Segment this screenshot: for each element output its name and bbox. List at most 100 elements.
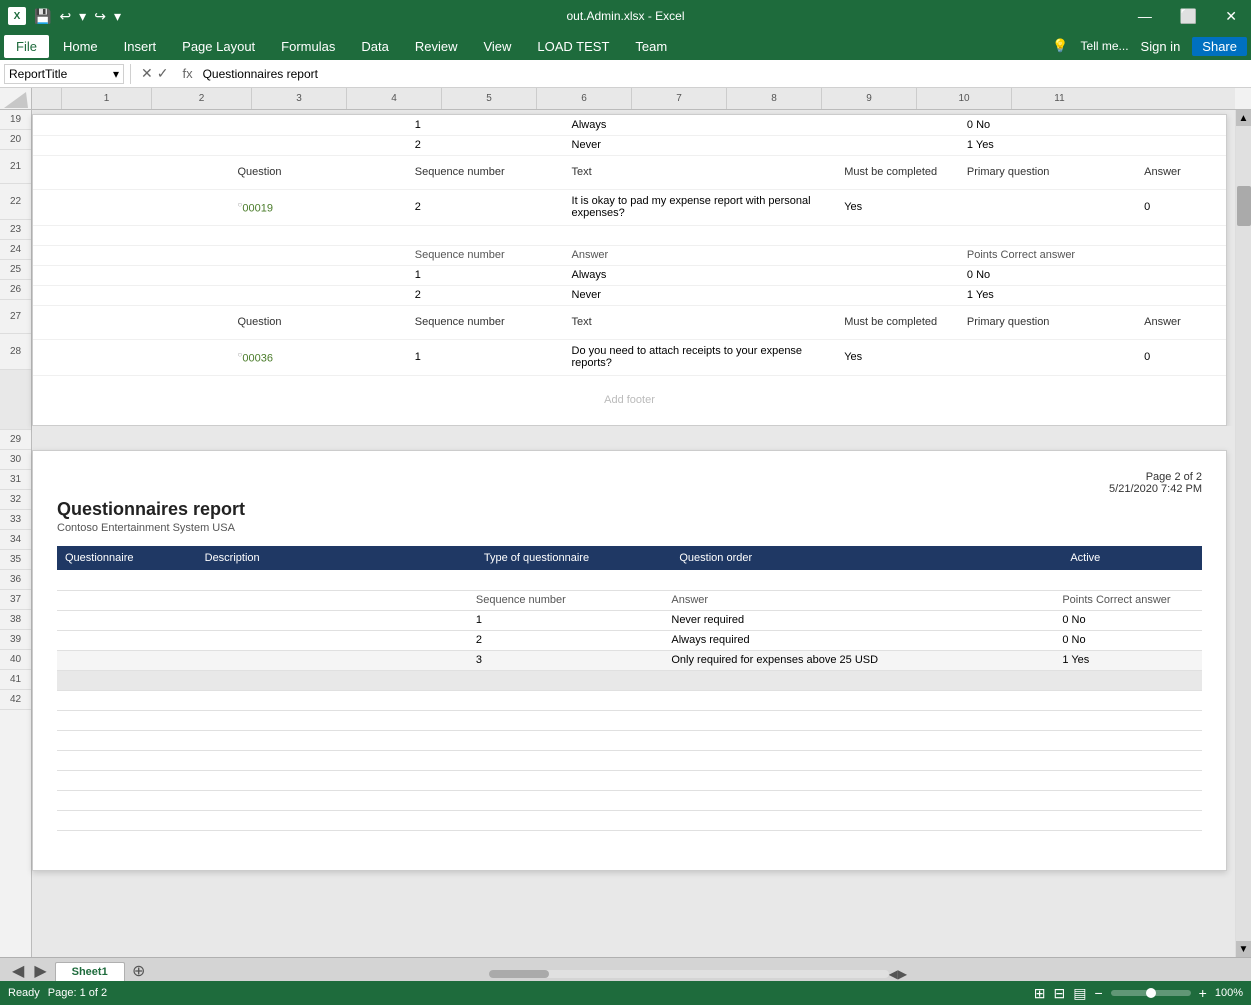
cell-26-c[interactable]: 2 bbox=[415, 285, 572, 305]
cell-27-c[interactable]: Sequence number bbox=[415, 305, 572, 339]
cell-27-d[interactable]: Text bbox=[572, 305, 845, 339]
cell-24-d[interactable]: Answer bbox=[572, 245, 845, 265]
cell-27-f[interactable]: Primary question bbox=[967, 305, 1144, 339]
cell-19-c[interactable]: 1 bbox=[415, 115, 572, 135]
tab-review[interactable]: Review bbox=[403, 35, 470, 58]
tab-insert[interactable]: Insert bbox=[112, 35, 169, 58]
cell-24-f[interactable]: Points Correct answer bbox=[967, 245, 1144, 265]
cell-21-b[interactable]: Question bbox=[238, 155, 415, 189]
cell-27-b[interactable]: Question bbox=[238, 305, 415, 339]
next-sheet-btn[interactable]: ▶ bbox=[30, 961, 50, 981]
cell-27-e[interactable]: Must be completed bbox=[844, 305, 967, 339]
customize-qat-button[interactable]: ▾ bbox=[112, 6, 123, 27]
add-sheet-btn[interactable]: ⊕ bbox=[129, 961, 149, 981]
cell-25-g[interactable] bbox=[1144, 265, 1226, 285]
cell-19-b[interactable] bbox=[238, 115, 415, 135]
normal-view-icon[interactable]: ⊞ bbox=[1034, 985, 1046, 1002]
cell-31-f[interactable]: 0 No bbox=[1062, 610, 1202, 630]
cell-32-d[interactable]: Always required bbox=[671, 630, 1062, 650]
sign-in-button[interactable]: Sign in bbox=[1141, 39, 1181, 54]
tab-file[interactable]: File bbox=[4, 35, 49, 58]
cell-22-c[interactable]: 2 bbox=[415, 189, 572, 225]
footer-cell[interactable]: Add footer bbox=[33, 375, 1226, 425]
name-box[interactable]: ReportTitle ▾ bbox=[4, 64, 124, 84]
redo-button[interactable]: ↪ bbox=[92, 6, 108, 27]
scroll-up-btn[interactable]: ▲ bbox=[1236, 110, 1251, 126]
close-button[interactable]: ✕ bbox=[1219, 6, 1243, 27]
page-layout-view-icon[interactable]: ⊟ bbox=[1054, 985, 1066, 1002]
cell-26-d[interactable]: Never bbox=[572, 285, 845, 305]
cell-26-b[interactable] bbox=[238, 285, 415, 305]
cell-24-b[interactable] bbox=[238, 245, 415, 265]
scroll-left-btn[interactable]: ◀ bbox=[889, 967, 898, 981]
cell-19-g[interactable] bbox=[1144, 115, 1226, 135]
cell-19-f[interactable]: 0 No bbox=[967, 115, 1144, 135]
cell-25-b[interactable] bbox=[238, 265, 415, 285]
cell-21-g[interactable]: Answer bbox=[1144, 155, 1226, 189]
cell-24-g[interactable] bbox=[1144, 245, 1226, 265]
share-button[interactable]: Share bbox=[1192, 37, 1247, 56]
cell-22-e[interactable]: Yes bbox=[844, 189, 967, 225]
cell-26-g[interactable] bbox=[1144, 285, 1226, 305]
cell-24-e[interactable] bbox=[844, 245, 967, 265]
save-button[interactable]: 💾 bbox=[32, 6, 53, 27]
cell-20-f[interactable]: 1 Yes bbox=[967, 135, 1144, 155]
formula-input[interactable] bbox=[203, 67, 1247, 81]
cell-19-d[interactable]: Always bbox=[572, 115, 845, 135]
zoom-out-btn[interactable]: − bbox=[1094, 985, 1102, 1001]
cell-26-e[interactable] bbox=[844, 285, 967, 305]
horizontal-tab-scroll[interactable] bbox=[489, 970, 889, 978]
cell-33-c[interactable]: 3 bbox=[476, 650, 671, 670]
tab-page-layout[interactable]: Page Layout bbox=[170, 35, 267, 58]
tab-formulas[interactable]: Formulas bbox=[269, 35, 347, 58]
cell-28-a[interactable] bbox=[33, 339, 238, 375]
confirm-formula-icon[interactable]: ✓ bbox=[157, 65, 169, 82]
cell-28-f[interactable] bbox=[967, 339, 1144, 375]
cell-28-c[interactable]: 1 bbox=[415, 339, 572, 375]
undo-button[interactable]: ↩ bbox=[57, 6, 73, 27]
cell-28-g[interactable]: 0 bbox=[1144, 339, 1226, 375]
cell-22-f[interactable] bbox=[967, 189, 1144, 225]
cell-30-ans[interactable]: Answer bbox=[671, 590, 1062, 610]
scroll-track[interactable] bbox=[1236, 126, 1251, 941]
cell-20-b[interactable] bbox=[238, 135, 415, 155]
cell-21-c[interactable]: Sequence number bbox=[415, 155, 572, 189]
cancel-formula-icon[interactable]: ✕ bbox=[141, 65, 153, 82]
name-box-dropdown[interactable]: ▾ bbox=[113, 67, 119, 81]
vertical-scrollbar[interactable]: ▲ ▼ bbox=[1235, 110, 1251, 957]
cell-19-a[interactable] bbox=[33, 115, 238, 135]
cell-22-g[interactable]: 0 bbox=[1144, 189, 1226, 225]
cell-25-c[interactable]: 1 bbox=[415, 265, 572, 285]
cell-20-d[interactable]: Never bbox=[572, 135, 845, 155]
cell-24-c[interactable]: Sequence number bbox=[415, 245, 572, 265]
scroll-down-btn[interactable]: ▼ bbox=[1236, 941, 1251, 957]
cell-21-f[interactable]: Primary question bbox=[967, 155, 1144, 189]
cell-21-a[interactable] bbox=[33, 155, 238, 189]
undo-dropdown[interactable]: ▾ bbox=[77, 6, 88, 27]
tab-view[interactable]: View bbox=[471, 35, 523, 58]
tab-data[interactable]: Data bbox=[349, 35, 400, 58]
cell-33-f[interactable]: 1 Yes bbox=[1062, 650, 1202, 670]
cell-22-d[interactable]: It is okay to pad my expense report with… bbox=[572, 189, 845, 225]
cell-31-c[interactable]: 1 bbox=[476, 610, 671, 630]
cell-25-a[interactable] bbox=[33, 265, 238, 285]
cell-20-g[interactable] bbox=[1144, 135, 1226, 155]
zoom-slider[interactable] bbox=[1111, 990, 1191, 996]
scroll-thumb[interactable] bbox=[1237, 186, 1251, 226]
tab-load-test[interactable]: LOAD TEST bbox=[525, 35, 621, 58]
tab-home[interactable]: Home bbox=[51, 35, 110, 58]
scroll-right-btn[interactable]: ▶ bbox=[898, 967, 907, 981]
cell-28-d[interactable]: Do you need to attach receipts to your e… bbox=[572, 339, 845, 375]
cell-25-f[interactable]: 0 No bbox=[967, 265, 1144, 285]
cell-27-a[interactable] bbox=[33, 305, 238, 339]
cell-22-a[interactable] bbox=[33, 189, 238, 225]
zoom-in-btn[interactable]: + bbox=[1199, 985, 1207, 1001]
cell-22-b[interactable]: ○00019 bbox=[238, 189, 415, 225]
cell-33-d[interactable]: Only required for expenses above 25 USD bbox=[671, 650, 1062, 670]
cell-20-c[interactable]: 2 bbox=[415, 135, 572, 155]
tab-team[interactable]: Team bbox=[623, 35, 679, 58]
cell-31-d[interactable]: Never required bbox=[671, 610, 1062, 630]
cell-32-c[interactable]: 2 bbox=[476, 630, 671, 650]
cell-25-d[interactable]: Always bbox=[572, 265, 845, 285]
minimize-button[interactable]: — bbox=[1132, 6, 1158, 27]
